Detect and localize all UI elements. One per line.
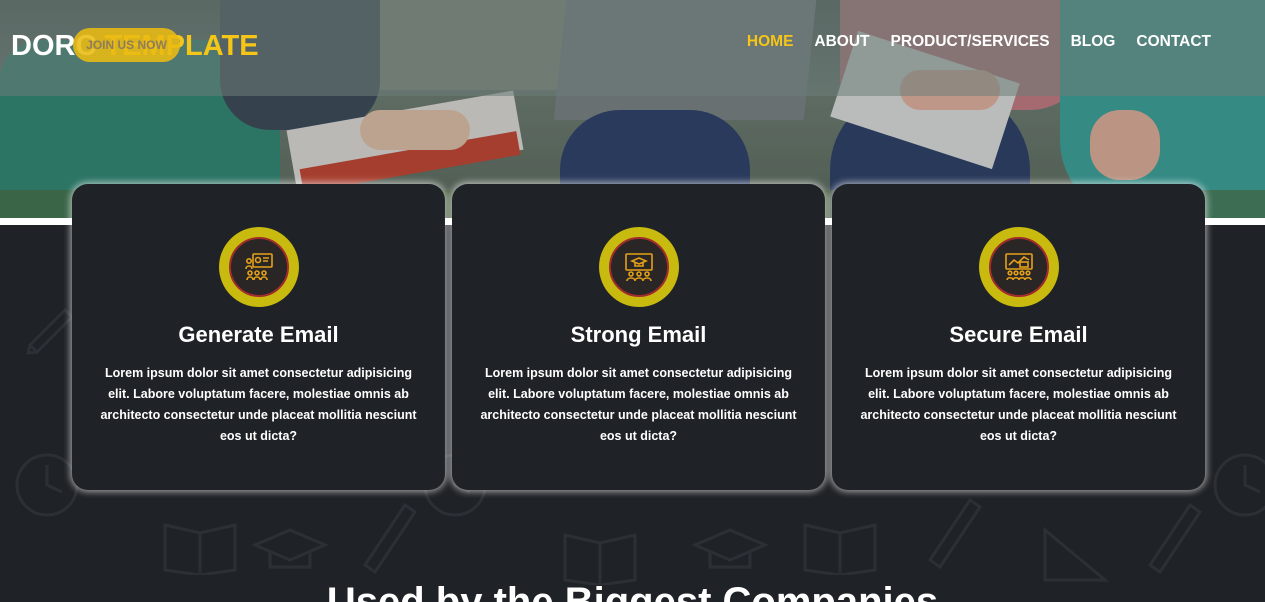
pencil-doodle-icon <box>26 307 75 355</box>
graduation-board-icon <box>609 237 669 297</box>
feature-title: Generate Email <box>178 322 339 347</box>
pencil-doodle-icon <box>927 497 983 570</box>
book-doodle-icon <box>803 523 877 575</box>
graduation-cap-doodle-icon <box>691 528 769 569</box>
nav-item-home[interactable]: HOME <box>747 32 794 52</box>
feature-title: Secure Email <box>949 322 1088 347</box>
join-us-button[interactable]: JOIN US NOW <box>73 28 180 62</box>
graduation-cap-doodle-icon <box>251 528 329 569</box>
book-doodle-icon <box>563 533 637 585</box>
section-heading: Used by the Biggest Companies <box>326 580 939 602</box>
feature-card: Secure Email Lorem ipsum dolor sit amet … <box>832 184 1205 490</box>
pencil-doodle-icon <box>1147 502 1203 575</box>
feature-icon-ring <box>979 227 1059 307</box>
feature-icon-ring <box>599 227 679 307</box>
feature-description: Lorem ipsum dolor sit amet consectetur a… <box>100 366 417 443</box>
nav-item-product-services[interactable]: PRODUCT/SERVICES <box>891 32 1050 52</box>
feature-card: Strong Email Lorem ipsum dolor sit amet … <box>452 184 825 490</box>
nav-item-about[interactable]: ABOUT <box>814 32 869 52</box>
feature-title: Strong Email <box>570 322 707 347</box>
feature-icon-ring <box>219 227 299 307</box>
classroom-presentation-icon <box>229 237 289 297</box>
chart-audience-icon <box>989 237 1049 297</box>
feature-description: Lorem ipsum dolor sit amet consectetur a… <box>860 366 1177 443</box>
nav-item-blog[interactable]: BLOG <box>1071 32 1116 52</box>
feature-description: Lorem ipsum dolor sit amet consectetur a… <box>480 366 797 443</box>
book-doodle-icon <box>163 523 237 575</box>
pencil-doodle-icon <box>362 502 418 575</box>
feature-card: Generate Email Lorem ipsum dolor sit ame… <box>72 184 445 490</box>
navbar: DORC TEMPLATE JOIN US NOW HOME ABOUT PRO… <box>0 0 1265 96</box>
main-nav: HOME ABOUT PRODUCT/SERVICES BLOG CONTACT <box>747 32 1211 52</box>
triangle-ruler-doodle-icon <box>1043 526 1110 582</box>
clock-doodle-icon <box>1213 453 1265 517</box>
nav-item-contact[interactable]: CONTACT <box>1136 32 1211 52</box>
